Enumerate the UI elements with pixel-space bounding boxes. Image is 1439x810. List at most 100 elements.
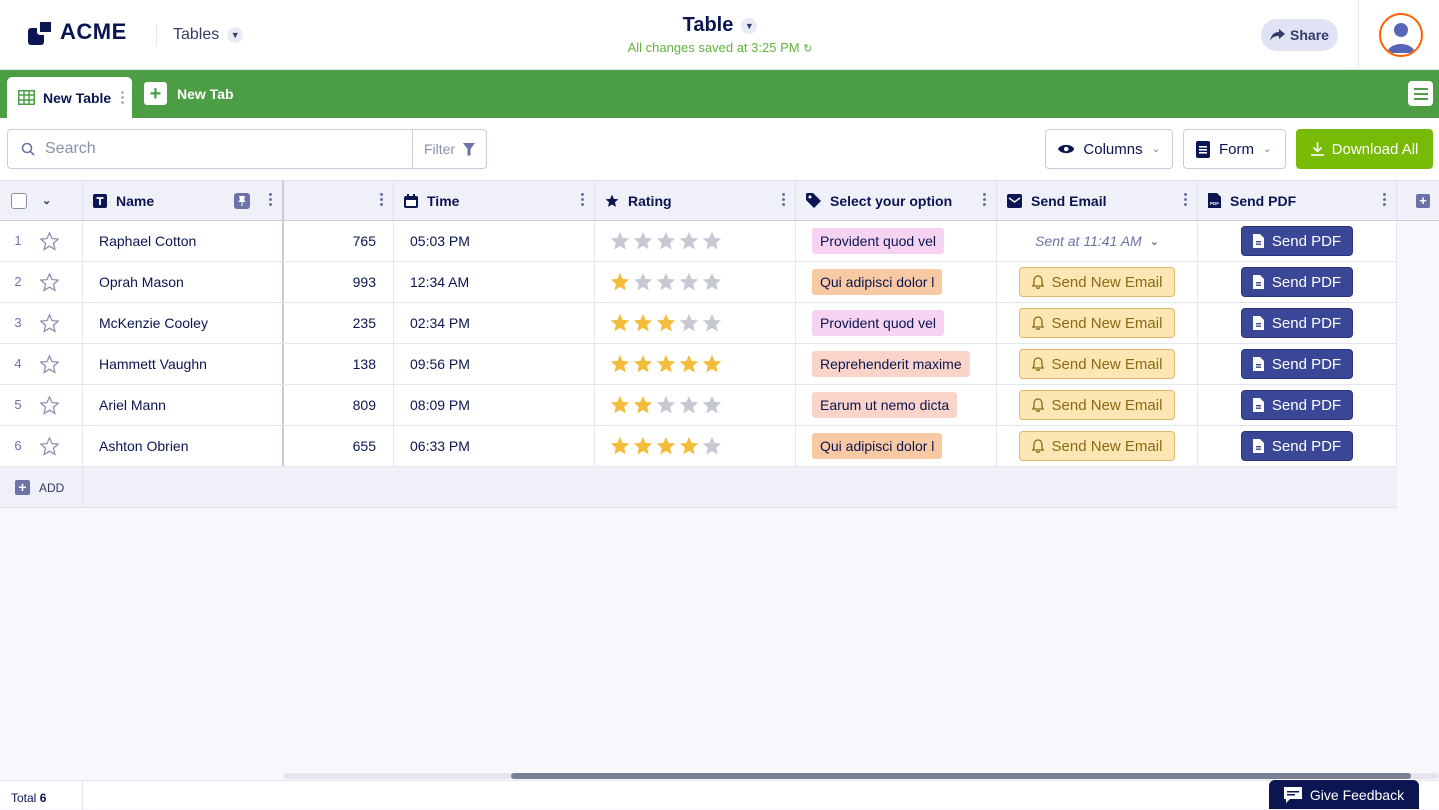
column-header-send-email[interactable]: Send Email (997, 180, 1198, 221)
time-cell[interactable]: 08:09 PM (394, 385, 595, 425)
send-pdf-button[interactable]: Send PDF (1241, 390, 1353, 420)
column-menu-icon[interactable] (581, 193, 584, 206)
column-header-time[interactable]: Time (394, 180, 595, 221)
rating-star-icon[interactable] (610, 313, 630, 333)
rating-star-icon[interactable] (633, 395, 653, 415)
rating-star-icon[interactable] (702, 313, 722, 333)
rating-cell[interactable] (595, 385, 796, 425)
column-menu-icon[interactable] (1184, 193, 1187, 206)
rating-star-icon[interactable] (656, 395, 676, 415)
rating-cell[interactable] (595, 344, 796, 384)
number-cell[interactable]: 235 (284, 303, 394, 343)
rating-star-icon[interactable] (610, 354, 630, 374)
tab-options-icon[interactable] (121, 91, 125, 104)
send-new-email-button[interactable]: Send New Email (1019, 267, 1175, 297)
horizontal-scrollbar-thumb[interactable] (511, 773, 1411, 779)
option-cell[interactable]: Reprehenderit maxime (796, 344, 997, 384)
send-pdf-button[interactable]: Send PDF (1241, 226, 1353, 256)
rating-star-icon[interactable] (702, 272, 722, 292)
send-new-email-button[interactable]: Send New Email (1019, 349, 1175, 379)
option-cell[interactable]: Qui adipisci dolor l (796, 426, 997, 466)
option-cell[interactable]: Provident quod vel (796, 303, 997, 343)
hamburger-menu-icon[interactable] (1408, 81, 1433, 106)
number-cell[interactable]: 655 (284, 426, 394, 466)
rating-star-icon[interactable] (656, 231, 676, 251)
rating-star-icon[interactable] (656, 313, 676, 333)
column-menu-icon[interactable] (380, 193, 383, 206)
column-header-number[interactable] (284, 180, 394, 221)
rating-star-icon[interactable] (679, 354, 699, 374)
column-menu-icon[interactable] (782, 193, 785, 206)
column-menu-icon[interactable] (269, 193, 272, 206)
rating-star-icon[interactable] (656, 272, 676, 292)
column-menu-icon[interactable] (1383, 193, 1386, 206)
favorite-star-icon[interactable] (40, 396, 59, 415)
time-cell[interactable]: 12:34 AM (394, 262, 595, 302)
filter-button[interactable]: Filter (412, 129, 487, 169)
column-header-send-pdf[interactable]: PDF Send PDF (1198, 180, 1397, 221)
time-cell[interactable]: 02:34 PM (394, 303, 595, 343)
name-cell[interactable]: McKenzie Cooley (83, 303, 284, 343)
search-input[interactable]: Search (7, 129, 413, 169)
option-cell[interactable]: Qui adipisci dolor l (796, 262, 997, 302)
add-row-button[interactable]: + ADD (15, 480, 64, 495)
send-new-email-button[interactable]: Send New Email (1019, 308, 1175, 338)
rating-star-icon[interactable] (610, 272, 630, 292)
table-row[interactable]: 4 Hammett Vaughn 138 09:56 PM Reprehende… (0, 344, 1397, 385)
form-button[interactable]: Form ⌄ (1183, 129, 1286, 169)
favorite-star-icon[interactable] (40, 273, 59, 292)
rating-cell[interactable] (595, 426, 796, 466)
time-cell[interactable]: 09:56 PM (394, 344, 595, 384)
table-row[interactable]: 1 Raphael Cotton 765 05:03 PM Provident … (0, 221, 1397, 262)
table-row[interactable]: 5 Ariel Mann 809 08:09 PM Earum ut nemo … (0, 385, 1397, 426)
rating-star-icon[interactable] (633, 436, 653, 456)
rating-star-icon[interactable] (702, 231, 722, 251)
time-cell[interactable]: 05:03 PM (394, 221, 595, 261)
user-avatar[interactable] (1379, 13, 1423, 57)
number-cell[interactable]: 765 (284, 221, 394, 261)
number-cell[interactable]: 138 (284, 344, 394, 384)
rating-star-icon[interactable] (702, 395, 722, 415)
add-column-plus-icon[interactable]: + (1416, 194, 1430, 208)
rating-cell[interactable] (595, 221, 796, 261)
send-pdf-button[interactable]: Send PDF (1241, 267, 1353, 297)
favorite-star-icon[interactable] (40, 437, 59, 456)
columns-button[interactable]: Columns ⌄ (1045, 129, 1173, 169)
rating-cell[interactable] (595, 303, 796, 343)
rating-star-icon[interactable] (679, 436, 699, 456)
rating-star-icon[interactable] (679, 395, 699, 415)
download-all-button[interactable]: Download All (1296, 129, 1433, 169)
rating-star-icon[interactable] (633, 272, 653, 292)
name-cell[interactable]: Raphael Cotton (83, 221, 284, 261)
column-header-name[interactable]: Name (83, 180, 284, 221)
name-cell[interactable]: Ariel Mann (83, 385, 284, 425)
column-menu-icon[interactable] (983, 193, 986, 206)
favorite-star-icon[interactable] (40, 355, 59, 374)
table-row[interactable]: 6 Ashton Obrien 655 06:33 PM Qui adipisc… (0, 426, 1397, 467)
rating-star-icon[interactable] (633, 231, 653, 251)
time-cell[interactable]: 06:33 PM (394, 426, 595, 466)
select-all-checkbox[interactable] (11, 192, 27, 209)
table-row[interactable]: 3 McKenzie Cooley 235 02:34 PM Provident… (0, 303, 1397, 344)
rating-cell[interactable] (595, 262, 796, 302)
rating-star-icon[interactable] (702, 436, 722, 456)
email-sent-status[interactable]: Sent at 11:41 AM ⌄ (997, 233, 1197, 249)
column-header-select-option[interactable]: Select your option (796, 180, 997, 221)
send-pdf-button[interactable]: Send PDF (1241, 349, 1353, 379)
favorite-star-icon[interactable] (40, 314, 59, 333)
rating-star-icon[interactable] (610, 231, 630, 251)
rating-star-icon[interactable] (610, 395, 630, 415)
favorite-star-icon[interactable] (40, 232, 59, 251)
new-tab-button[interactable]: + New Tab (144, 82, 234, 105)
send-new-email-button[interactable]: Send New Email (1019, 431, 1175, 461)
share-button[interactable]: Share (1261, 19, 1338, 51)
rating-star-icon[interactable] (656, 436, 676, 456)
rating-star-icon[interactable] (702, 354, 722, 374)
option-cell[interactable]: Provident quod vel (796, 221, 997, 261)
option-cell[interactable]: Earum ut nemo dicta (796, 385, 997, 425)
rating-star-icon[interactable] (679, 231, 699, 251)
table-row[interactable]: 2 Oprah Mason 993 12:34 AM Qui adipisci … (0, 262, 1397, 303)
column-header-rating[interactable]: Rating (595, 180, 796, 221)
send-pdf-button[interactable]: Send PDF (1241, 431, 1353, 461)
send-new-email-button[interactable]: Send New Email (1019, 390, 1175, 420)
